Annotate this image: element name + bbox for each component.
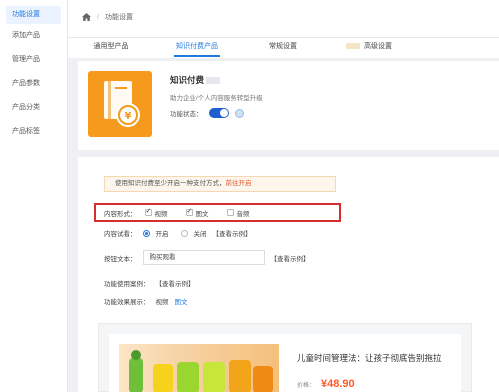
preview-title: 儿童时间管理法：让孩子彻底告别拖拉 bbox=[297, 353, 442, 363]
checkbox-video-label: 视频 bbox=[154, 210, 168, 218]
checkbox-audio-label: 音频 bbox=[236, 210, 250, 218]
radio-trial-off-label: 关闭 bbox=[193, 231, 207, 238]
effect-preview: 儿童时间管理法：让孩子彻底告别拖拉 价格： ¥48.90 bbox=[98, 323, 472, 392]
trial-label: 内容试看： bbox=[104, 231, 137, 238]
trial-row: 内容试看： 开启 关闭 【查看示例】 bbox=[104, 228, 252, 238]
tab-advanced-label: 高级设置 bbox=[364, 43, 392, 50]
info-icon[interactable] bbox=[234, 108, 244, 118]
breadcrumb-current: 功能设置 bbox=[104, 14, 133, 21]
breadcrumb: / 功能设置 bbox=[82, 12, 133, 22]
trial-example-link[interactable]: 【查看示例】 bbox=[213, 228, 252, 238]
product-title: 知识付费 bbox=[170, 74, 221, 86]
checkbox-audio-box[interactable] bbox=[226, 209, 234, 216]
sidebar-item-function-settings[interactable]: 功能设置 bbox=[6, 6, 61, 24]
effect-video-tab[interactable]: 视频 bbox=[156, 296, 169, 306]
radio-trial-on[interactable] bbox=[142, 229, 150, 237]
product-card: ¥ 知识付费 助力企业/个人内容服务转型升级 功能状态： bbox=[78, 60, 499, 150]
top-bar: / 功能设置 bbox=[68, 0, 499, 38]
svg-text:¥: ¥ bbox=[125, 111, 132, 122]
stacking-rings-image bbox=[119, 344, 279, 392]
function-status: 功能状态： bbox=[170, 108, 244, 118]
tab-bar: 通用型产品 知识付费产品 常规设置 高级设置 bbox=[68, 38, 499, 58]
radio-trial-off[interactable] bbox=[180, 229, 188, 237]
checkbox-graphic-box[interactable] bbox=[185, 207, 193, 216]
button-text-row: 按钮文本： 购买观看 【查看示例】 bbox=[104, 250, 310, 265]
checkbox-video-box[interactable] bbox=[144, 207, 152, 216]
tab-regular-settings[interactable]: 常规设置 bbox=[240, 38, 326, 58]
sidebar: 功能设置 添加产品 管理产品 产品参数 产品分类 产品标签 bbox=[0, 0, 68, 392]
enable-payment-link[interactable]: 前往开启 bbox=[226, 180, 252, 187]
checkbox-graphic[interactable]: 图文 bbox=[185, 207, 209, 218]
sidebar-item-manage-products[interactable]: 管理产品 bbox=[0, 48, 67, 72]
notice-text: 使用知识付费至少开启一种支付方式， bbox=[115, 180, 226, 187]
sidebar-item-product-params[interactable]: 产品参数 bbox=[0, 72, 67, 96]
payment-notice: 使用知识付费至少开启一种支付方式，前往开启 bbox=[104, 176, 336, 192]
preview-card: 儿童时间管理法：让孩子彻底告别拖拉 价格： ¥48.90 bbox=[109, 334, 461, 392]
home-icon[interactable] bbox=[82, 13, 91, 21]
sidebar-item-product-tags[interactable]: 产品标签 bbox=[0, 120, 67, 144]
settings-panel: 使用知识付费至少开启一种支付方式，前往开启 内容形式： 视频 图文 音频 内容试… bbox=[78, 157, 499, 392]
usage-case-row: 功能使用案例： 【查看示例】 bbox=[104, 278, 195, 288]
tab-advanced-settings[interactable]: 高级设置 bbox=[326, 38, 412, 58]
price-label: 价格： bbox=[297, 383, 316, 389]
usage-case-example-link[interactable]: 【查看示例】 bbox=[156, 278, 195, 288]
button-text-label: 按钮文本： bbox=[104, 255, 137, 263]
content-form-row: 内容形式： 视频 图文 音频 bbox=[94, 203, 341, 222]
function-status-label: 功能状态： bbox=[170, 111, 203, 118]
effect-display-label: 功能效果展示： bbox=[104, 299, 150, 306]
content-form-label: 内容形式： bbox=[104, 210, 137, 218]
price-row: 价格： ¥48.90 bbox=[297, 378, 355, 390]
effect-graphic-tab[interactable]: 图文 bbox=[175, 296, 188, 306]
knowledge-book-icon: ¥ bbox=[88, 71, 152, 137]
button-text-input[interactable]: 购买观看 bbox=[142, 250, 265, 265]
checkbox-video[interactable]: 视频 bbox=[144, 207, 168, 218]
blurred-badge bbox=[346, 43, 360, 50]
checkbox-audio[interactable]: 音频 bbox=[226, 208, 250, 218]
radio-trial-on-label: 开启 bbox=[155, 231, 169, 238]
button-text-example-link[interactable]: 【查看示例】 bbox=[271, 253, 310, 263]
function-status-toggle[interactable] bbox=[208, 108, 229, 118]
breadcrumb-separator: / bbox=[97, 13, 99, 21]
checkbox-graphic-label: 图文 bbox=[195, 210, 209, 218]
tab-general-product[interactable]: 通用型产品 bbox=[68, 38, 154, 58]
price-value: ¥48.90 bbox=[321, 378, 355, 390]
product-subtitle: 助力企业/个人内容服务转型升级 bbox=[170, 95, 263, 102]
tab-knowledge-paid-product[interactable]: 知识付费产品 bbox=[154, 38, 240, 58]
sidebar-item-add-product[interactable]: 添加产品 bbox=[0, 24, 67, 48]
usage-case-label: 功能使用案例： bbox=[104, 281, 150, 288]
sidebar-item-product-category[interactable]: 产品分类 bbox=[0, 96, 67, 120]
effect-display-row: 功能效果展示： 视频 图文 bbox=[104, 296, 188, 306]
